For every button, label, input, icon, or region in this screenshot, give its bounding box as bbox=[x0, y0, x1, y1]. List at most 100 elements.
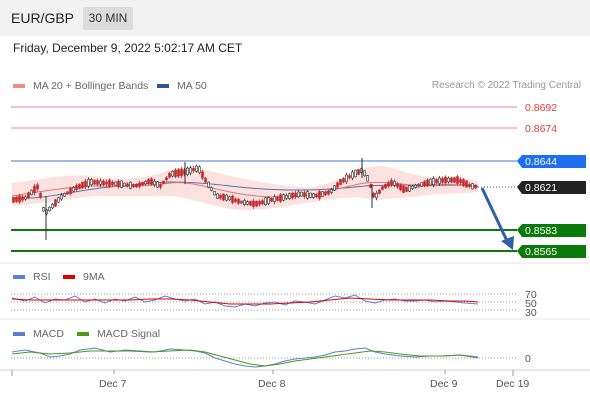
candle-body bbox=[21, 196, 24, 201]
candle-body bbox=[333, 185, 336, 191]
candle-body bbox=[117, 180, 120, 187]
candle-body bbox=[57, 197, 60, 203]
forecast-arrow bbox=[480, 187, 510, 244]
candle-body bbox=[339, 179, 342, 185]
candle-body bbox=[12, 197, 15, 203]
candle-body bbox=[354, 169, 357, 178]
candle-body bbox=[315, 194, 318, 198]
candle-body bbox=[108, 179, 111, 187]
candle-body bbox=[402, 185, 405, 193]
candle-body bbox=[468, 184, 471, 187]
candle-body bbox=[129, 181, 132, 189]
candle-body bbox=[399, 184, 402, 191]
candle-body bbox=[216, 193, 219, 199]
candle-body bbox=[264, 197, 267, 206]
level-label-3: 0.8621 bbox=[525, 182, 557, 194]
candle-body bbox=[201, 171, 204, 179]
candle-body bbox=[165, 177, 168, 181]
candle-body bbox=[258, 201, 261, 205]
candle-body bbox=[291, 192, 294, 199]
candle-body bbox=[342, 178, 345, 183]
candle-body bbox=[27, 192, 30, 199]
candle-body bbox=[159, 184, 162, 188]
candle-body bbox=[90, 179, 93, 185]
candle-body bbox=[345, 174, 348, 183]
candle-body bbox=[198, 166, 201, 174]
candle-body bbox=[351, 171, 354, 179]
candle-body bbox=[312, 193, 315, 198]
candle-body bbox=[270, 197, 273, 202]
x-label-dec19: Dec 19 bbox=[496, 378, 529, 390]
candle-body bbox=[255, 201, 258, 207]
candles-group bbox=[12, 158, 477, 240]
candle-body bbox=[138, 182, 141, 187]
candle-body bbox=[78, 184, 81, 189]
candle-body bbox=[126, 183, 129, 187]
candle-body bbox=[186, 167, 189, 175]
candle-body bbox=[381, 186, 384, 190]
x-label-dec9: Dec 9 bbox=[430, 378, 458, 390]
candle-body bbox=[465, 180, 468, 188]
candle-body bbox=[162, 180, 165, 184]
level-label-4: 0.8583 bbox=[525, 225, 557, 237]
candle-body bbox=[75, 185, 78, 190]
candle-body bbox=[114, 181, 117, 186]
candle-body bbox=[318, 191, 321, 199]
candle-body bbox=[228, 196, 231, 201]
candle-body bbox=[336, 182, 339, 188]
candle-body bbox=[132, 184, 135, 188]
candle-body bbox=[15, 196, 18, 202]
candle-body bbox=[438, 177, 441, 184]
candle-body bbox=[204, 178, 207, 183]
candle-body bbox=[249, 201, 252, 206]
candle-body bbox=[285, 195, 288, 199]
candle-body bbox=[24, 196, 27, 200]
candle-body bbox=[348, 175, 351, 178]
candle-body bbox=[387, 182, 390, 187]
candle-body bbox=[63, 193, 66, 197]
candle-body bbox=[210, 187, 213, 191]
candle-body bbox=[81, 182, 84, 189]
candle-body bbox=[123, 182, 126, 187]
candle-body bbox=[306, 191, 309, 199]
candle-body bbox=[453, 177, 456, 183]
candle-body bbox=[102, 180, 105, 186]
candle-body bbox=[36, 184, 39, 190]
level-label-0: 0.8692 bbox=[525, 102, 557, 114]
x-label-dec7: Dec 7 bbox=[99, 378, 127, 390]
level-label-5: 0.8565 bbox=[525, 246, 557, 258]
candle-body bbox=[447, 177, 450, 183]
candle-body bbox=[384, 184, 387, 189]
candle-body bbox=[225, 194, 228, 201]
candle-body bbox=[246, 201, 249, 205]
candle-body bbox=[171, 171, 174, 177]
candle-body bbox=[87, 179, 90, 187]
candle-body bbox=[273, 196, 276, 202]
candle-body bbox=[237, 199, 240, 204]
candle-body bbox=[432, 178, 435, 185]
candle-body bbox=[471, 183, 474, 190]
candle-body bbox=[135, 184, 138, 188]
candle-body bbox=[303, 192, 306, 197]
candle-body bbox=[195, 165, 198, 172]
candle-body bbox=[327, 190, 330, 195]
candle-body bbox=[417, 184, 420, 187]
rsi-tick-30: 30 bbox=[525, 307, 537, 319]
candle-body bbox=[261, 200, 264, 205]
candle-body bbox=[222, 194, 225, 201]
candle-body bbox=[357, 169, 360, 175]
candle-body bbox=[423, 181, 426, 187]
candle-body bbox=[213, 191, 216, 196]
candle-body bbox=[150, 178, 153, 185]
candle-body bbox=[147, 179, 150, 185]
candle-body bbox=[240, 200, 243, 204]
candle-body bbox=[111, 181, 114, 186]
candle-body bbox=[120, 180, 123, 188]
candle-body bbox=[444, 176, 447, 184]
candle-body bbox=[390, 180, 393, 186]
candle-body bbox=[276, 196, 279, 201]
candle-body bbox=[321, 191, 324, 197]
candle-body bbox=[234, 198, 237, 203]
candle-body bbox=[288, 193, 291, 200]
candle-body bbox=[408, 185, 411, 192]
